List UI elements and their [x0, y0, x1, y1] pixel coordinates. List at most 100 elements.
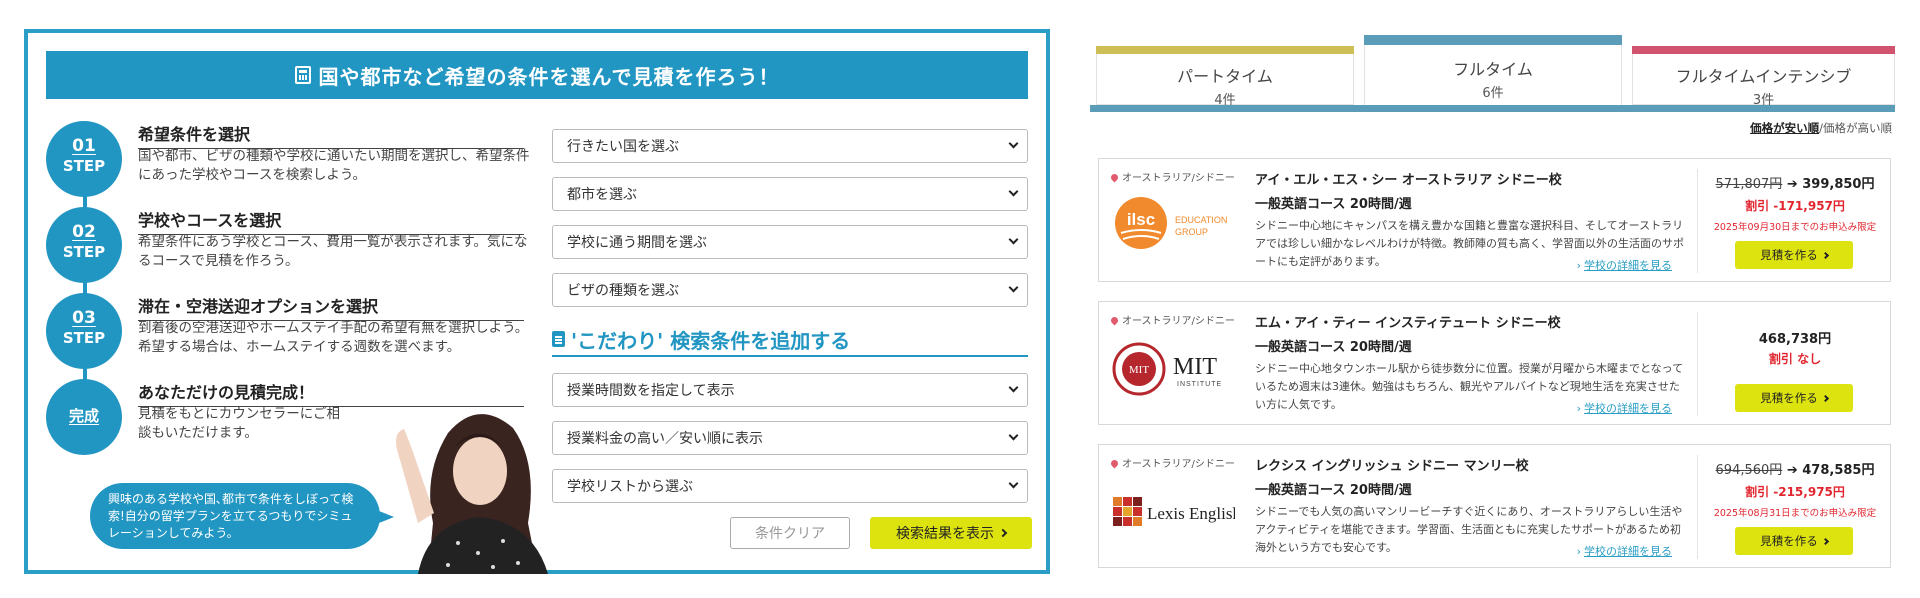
select-value: 行きたい国を選ぶ: [567, 139, 679, 155]
logo-text: INSTITUTE: [1177, 381, 1222, 388]
logo-text: MIT: [1173, 354, 1217, 380]
school-name[interactable]: アイ・エル・エス・シー オーストラリア シドニー校: [1255, 169, 1562, 188]
lesson-hours-select[interactable]: 授業時間数を指定して表示: [552, 373, 1028, 407]
tab-label: フルタイム: [1453, 60, 1533, 79]
course-type-tabs: パートタイム 4件 フルタイム 6件 フルタイムインテンシブ 3件: [1090, 35, 1895, 113]
button-label: 見積を作る: [1760, 391, 1818, 405]
location-pin-icon: [1109, 458, 1120, 469]
step-title: 希望条件を選択: [138, 121, 524, 149]
show-results-button[interactable]: 検索結果を表示: [870, 517, 1032, 549]
offer-deadline: 2025年08月31日までのお申込み限定: [1713, 508, 1877, 519]
chevron-down-icon: [1008, 138, 1019, 149]
select-value: 授業料金の高い／安い順に表示: [567, 431, 763, 447]
estimate-search-panel: 国や都市など希望の条件を選んで見積を作ろう！ 01 STEP 希望条件を選択 国…: [24, 29, 1050, 574]
calculator-icon: [294, 66, 311, 84]
country-select[interactable]: 行きたい国を選ぶ: [552, 129, 1028, 163]
school-card: オーストラリア/シドニー MIT MIT INSTITUTE エム・アイ・ティー…: [1098, 301, 1891, 425]
visa-select[interactable]: ビザの種類を選ぶ: [552, 273, 1028, 307]
original-price: 571,807円: [1715, 177, 1783, 192]
button-label: 見積を作る: [1760, 534, 1818, 548]
step-number: 01: [72, 136, 96, 156]
tab-full-time-intensive[interactable]: フルタイムインテンシブ 3件: [1632, 46, 1895, 108]
tab-count: 6件: [1482, 86, 1504, 101]
button-label: 検索結果を表示: [896, 526, 994, 542]
step-badge: 完成: [46, 379, 122, 455]
school-name[interactable]: レクシス イングリッシュ シドニー マンリー校: [1255, 455, 1529, 474]
school-location: オーストラリア/シドニー: [1109, 312, 1235, 327]
ilsc-logo: ilsc EDUCATION GROUP: [1115, 197, 1227, 249]
chevron-down-icon: [1008, 478, 1019, 489]
school-list-select[interactable]: 学校リストから選ぶ: [552, 469, 1028, 503]
banner-title: 国や都市など希望の条件を選んで見積を作ろう！: [318, 64, 780, 89]
location-pin-icon: [1109, 172, 1120, 183]
step-badge: 02 STEP: [46, 207, 122, 283]
tab-underline: [1090, 105, 1895, 112]
course-name: 一般英語コース 20時間/週: [1255, 197, 1412, 212]
school-card: オーストラリア/シドニー Lexis English レクシス イングリッシュ …: [1098, 444, 1891, 568]
school-name[interactable]: エム・アイ・ティー インスティテュート シドニー校: [1255, 312, 1561, 331]
speech-bubble: 興味のある学校や国､都市で条件をしぼって検索!自分の留学プランを立てるつもりでシ…: [90, 483, 394, 549]
chevron-down-icon: [1008, 430, 1019, 441]
button-label: 見積を作る: [1760, 248, 1818, 262]
card-divider: [1697, 312, 1698, 416]
school-detail-link[interactable]: 学校の詳細を見る: [1577, 400, 1672, 416]
school-location: オーストラリア/シドニー: [1109, 169, 1235, 184]
step-3: 03 STEP 滞在・空港送迎オプションを選択 到着後の空港送迎やホームステイ手…: [46, 293, 546, 373]
school-detail-link[interactable]: 学校の詳細を見る: [1577, 257, 1672, 273]
create-estimate-button[interactable]: 見積を作る: [1735, 384, 1853, 412]
price: 694,560円 ➔ 478,585円: [1715, 463, 1875, 478]
discounted-price: 478,585円: [1802, 463, 1875, 478]
select-value: 学校に通う期間を選ぶ: [567, 235, 707, 251]
chevron-right-icon: [998, 528, 1008, 538]
tab-label: フルタイムインテンシブ: [1675, 67, 1852, 86]
create-estimate-button[interactable]: 見積を作る: [1735, 527, 1853, 555]
city-select[interactable]: 都市を選ぶ: [552, 177, 1028, 211]
tab-color-bar: [1096, 46, 1354, 54]
step-badge: 01 STEP: [46, 121, 122, 197]
logo-text: GROUP: [1175, 227, 1208, 237]
sort-price-desc[interactable]: 価格が高い順: [1823, 121, 1892, 135]
clipboard-icon: [552, 331, 565, 347]
step-2: 02 STEP 学校やコースを選択 希望条件にあう学校とコース、費用一覧が表示さ…: [46, 207, 546, 287]
chevron-right-icon: [1821, 537, 1829, 545]
card-divider: [1697, 169, 1698, 273]
step-description: 国や都市、ビザの種類や学校に通いたい期間を選択し、希望条件にあった学校やコースを…: [138, 148, 530, 183]
sort-price-asc[interactable]: 価格が安い順: [1750, 121, 1819, 135]
logo-text: Lexis English: [1147, 504, 1235, 523]
tab-full-time[interactable]: フルタイム 6件: [1364, 35, 1622, 107]
chevron-right-icon: [1821, 251, 1829, 259]
kodawari-title: 'こだわり' 検索条件を追加する: [571, 328, 851, 353]
location-text: オーストラリア/シドニー: [1122, 173, 1235, 184]
location-pin-icon: [1109, 315, 1120, 326]
step-label: STEP: [62, 329, 106, 347]
chevron-right-icon: [1821, 394, 1829, 402]
location-text: オーストラリア/シドニー: [1122, 459, 1235, 470]
logo-text: MIT: [1129, 364, 1149, 376]
chevron-down-icon: [1008, 234, 1019, 245]
panel-banner: 国や都市など希望の条件を選んで見積を作ろう！: [46, 51, 1028, 99]
tab-part-time[interactable]: パートタイム 4件: [1096, 46, 1354, 108]
course-name: 一般英語コース 20時間/週: [1255, 340, 1412, 355]
step-title: 学校やコースを選択: [138, 207, 524, 235]
step-badge: 03 STEP: [46, 293, 122, 369]
select-value: 都市を選ぶ: [567, 187, 637, 203]
price: 468,738円: [1699, 328, 1891, 347]
step-description: 希望条件にあう学校とコース、費用一覧が表示されます。気になるコースで見積を作ろう…: [138, 234, 528, 269]
duration-select[interactable]: 学校に通う期間を選ぶ: [552, 225, 1028, 259]
school-location: オーストラリア/シドニー: [1109, 455, 1235, 470]
step-1: 01 STEP 希望条件を選択 国や都市、ビザの種類や学校に通いたい期間を選択し…: [46, 121, 546, 201]
logo-text: ilsc: [1127, 210, 1155, 229]
offer-deadline: 2025年09月30日までのお申込み限定: [1713, 222, 1877, 233]
school-detail-link[interactable]: 学校の詳細を見る: [1577, 543, 1672, 559]
course-name: 一般英語コース 20時間/週: [1255, 483, 1412, 498]
mit-logo: MIT MIT INSTITUTE: [1112, 342, 1222, 396]
discount-amount: 割引 -215,975円: [1745, 485, 1845, 499]
step-number: 02: [72, 222, 96, 242]
step-label: STEP: [62, 157, 106, 175]
card-divider: [1697, 455, 1698, 559]
clear-conditions-button[interactable]: 条件クリア: [730, 517, 850, 549]
price-order-select[interactable]: 授業料金の高い／安い順に表示: [552, 421, 1028, 455]
step-description: 到着後の空港送迎やホームステイ手配の希望有無を選択しよう。希望する場合は、ホーム…: [138, 320, 529, 355]
create-estimate-button[interactable]: 見積を作る: [1735, 241, 1853, 269]
chevron-down-icon: [1008, 382, 1019, 393]
